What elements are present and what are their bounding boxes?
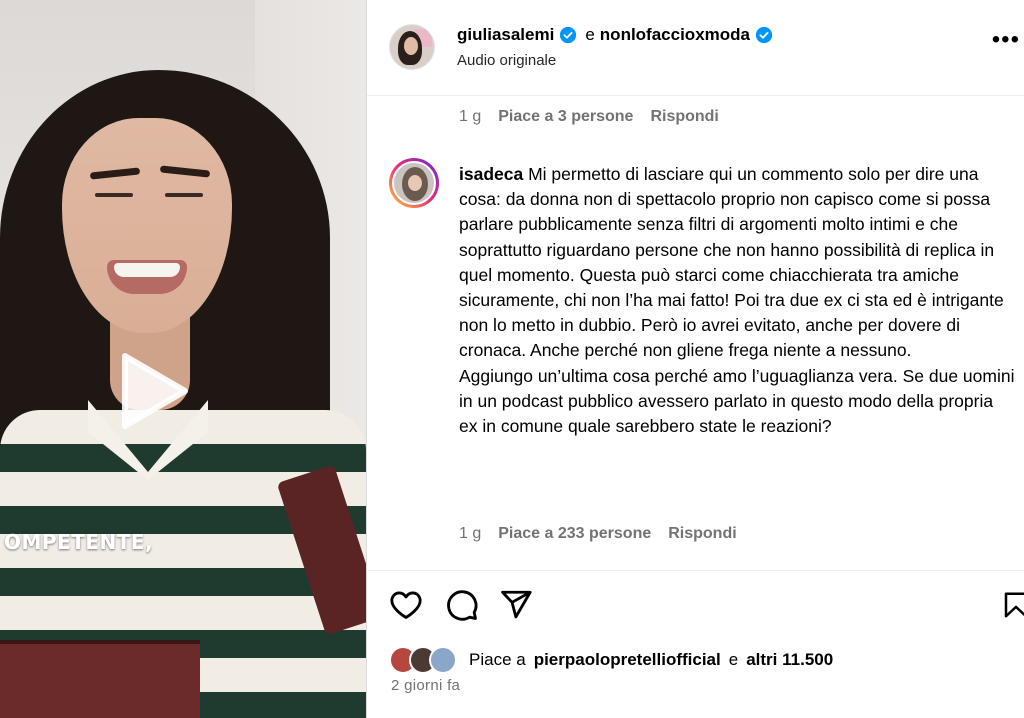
commenter-avatar[interactable] [389,158,439,208]
comment-age: 1 g [459,525,482,542]
bookmark-icon[interactable] [1001,588,1024,622]
likers-avatars[interactable] [389,646,461,674]
previous-comment-meta: 1 g Piace a 3 persone Rispondi [459,108,719,126]
likes-conjunction: e [728,650,739,669]
video-caption: OMPETENTE, [4,530,154,554]
teeth [114,263,180,277]
liker-username[interactable]: pierpaolopretelliofficial [534,650,721,670]
play-icon[interactable] [107,348,193,434]
post-side-panel: giuliasalemi e nonlofaccioxmoda Audio or… [367,0,1024,718]
comment-body: isadeca Mi permetto di lasciare qui un c… [459,162,1015,439]
comment-text: Mi permetto di lasciare qui un commento … [459,164,1004,361]
book-prop [0,640,200,718]
commenter-username[interactable]: isadeca [459,164,523,184]
comment-icon[interactable] [445,588,479,622]
comment-age: 1 g [459,108,482,125]
comment-likes[interactable]: Piace a 233 persone [498,525,651,543]
likes-prefix: Piace a [469,650,526,669]
author-avatar[interactable] [389,24,435,70]
comment-text-continued: Aggiungo un’ultima cosa perché amo l’ugu… [459,365,1015,437]
heart-icon[interactable] [389,588,423,622]
authors-conjunction: e [585,25,595,44]
verified-badge-icon [755,26,773,44]
likes-others[interactable]: altri 11.500 [746,650,833,670]
post-video[interactable]: OMPETENTE, [0,0,366,718]
likes-summary: Piace a pierpaolopretelliofficial e altr… [389,646,833,674]
actions-divider [367,570,1024,571]
verified-badge-icon [560,26,577,44]
comment-likes[interactable]: Piace a 3 persone [498,108,633,126]
more-horizontal-icon[interactable]: ••• [992,28,1020,52]
reply-button[interactable]: Rispondi [668,525,736,543]
comment-meta: 1 g Piace a 233 persone Rispondi [459,525,737,543]
author-username[interactable]: giuliasalemi [457,25,554,45]
collaborator-username[interactable]: nonlofaccioxmoda [600,25,750,45]
post-header: giuliasalemi e nonlofaccioxmoda Audio or… [367,0,1024,96]
post-actions [389,588,1024,624]
reply-button[interactable]: Rispondi [650,108,718,126]
post-timestamp: 2 giorni fa [391,677,461,694]
share-icon[interactable] [499,588,533,622]
right-eye [165,193,203,197]
post-authors: giuliasalemi e nonlofaccioxmoda [457,25,773,45]
left-eye [95,193,133,197]
audio-link[interactable]: Audio originale [457,52,556,69]
